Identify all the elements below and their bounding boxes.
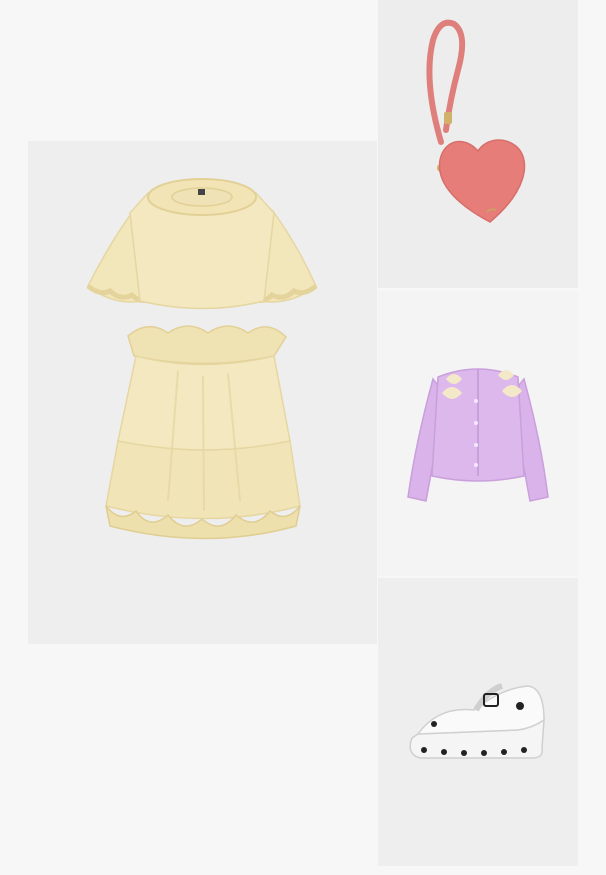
product-tile-dress[interactable]	[28, 141, 377, 644]
product-tile-shoe[interactable]	[378, 578, 578, 866]
ruffle-dress-image	[86, 178, 318, 540]
mary-jane-shoe-image	[409, 683, 545, 759]
heart-bag-image	[426, 19, 526, 223]
bow-cardigan-image	[407, 368, 549, 502]
product-tile-sweater[interactable]	[378, 291, 578, 576]
product-tile-bag[interactable]	[378, 0, 578, 288]
